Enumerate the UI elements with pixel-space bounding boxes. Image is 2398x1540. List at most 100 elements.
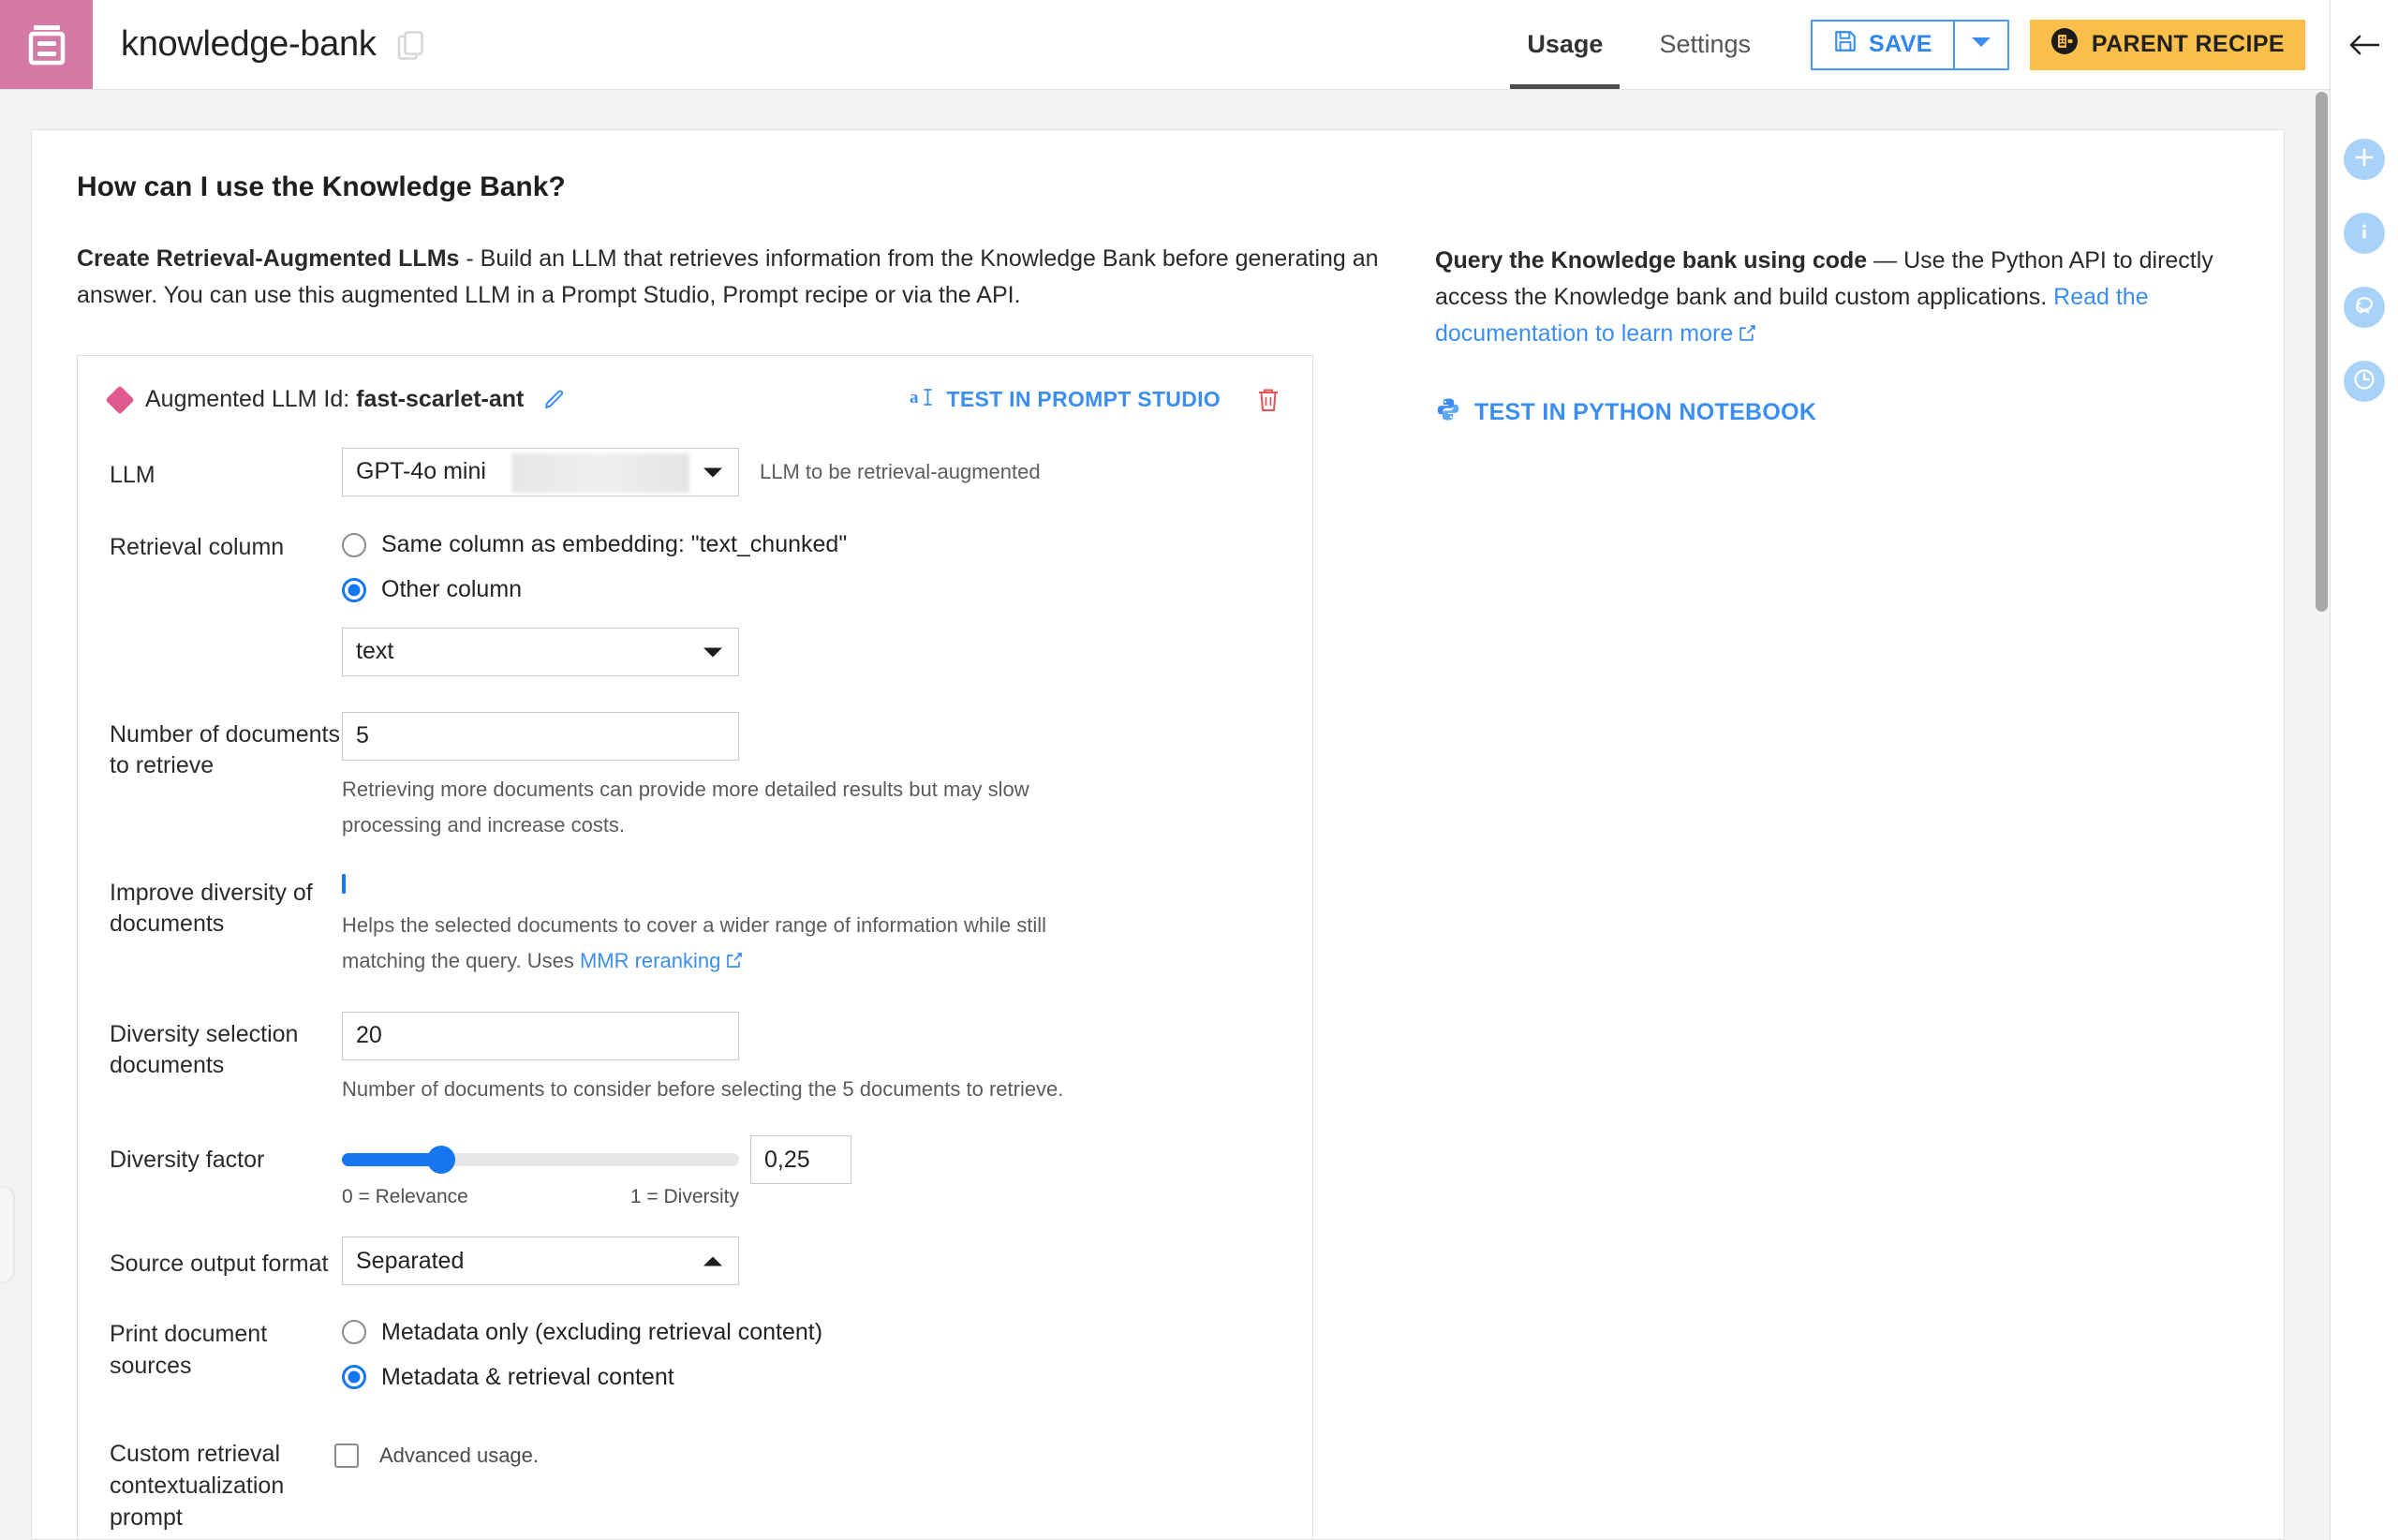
- row-custom-prompt: Custom retrieval contextualization promp…: [110, 1437, 1280, 1533]
- left-edge-strip: [0, 90, 16, 1540]
- right-column: Query the Knowledge bank using code — Us…: [1435, 241, 2229, 1539]
- retrieval-column-select-value: text: [356, 638, 394, 664]
- left-panel-expand-handle[interactable]: [0, 1188, 13, 1281]
- row-retrieval-column: Retrieval column Same column as embeddin…: [110, 523, 1280, 676]
- copy-icon[interactable]: [397, 30, 425, 60]
- test-in-python-notebook-button[interactable]: TEST IN PYTHON NOTEBOOK: [1435, 396, 1816, 429]
- slider-knob[interactable]: [427, 1146, 455, 1174]
- row-custom-prompt-field: Advanced usage.: [334, 1437, 1280, 1474]
- mmr-reranking-link[interactable]: MMR reranking: [580, 949, 720, 972]
- page-scrollbar-thumb[interactable]: [2316, 92, 2328, 612]
- source-output-format-value: Separated: [356, 1247, 465, 1274]
- diversity-factor-input[interactable]: 0,25: [750, 1135, 851, 1184]
- rail-history-button[interactable]: [2344, 361, 2385, 402]
- row-num-documents-label: Number of documents to retrieve: [110, 720, 340, 779]
- augmented-llm-id: Augmented LLM Id: fast-scarlet-ant: [145, 386, 524, 413]
- row-print-document-sources: Print document sources Metadata only (ex…: [110, 1310, 1280, 1399]
- radio-metadata-and-content[interactable]: Metadata & retrieval content: [342, 1355, 1280, 1399]
- radio-same-column-label: Same column as embedding: "text_chunked": [381, 531, 848, 557]
- diversity-selection-help: Number of documents to consider before s…: [342, 1076, 1064, 1101]
- page-scrollbar[interactable]: [2314, 90, 2330, 1540]
- slider-left-label: 0 = Relevance: [342, 1186, 468, 1207]
- row-print-document-sources-label: Print document sources: [110, 1321, 268, 1379]
- test-in-prompt-studio-label: TEST IN PROMPT STUDIO: [946, 387, 1221, 411]
- row-source-output-format-field: Separated: [342, 1236, 1280, 1285]
- trash-icon[interactable]: [1256, 387, 1280, 413]
- right-rail: [2330, 0, 2398, 1540]
- tab-usage[interactable]: Usage: [1499, 0, 1631, 89]
- source-output-format-select[interactable]: Separated: [342, 1236, 739, 1285]
- save-button-label: SAVE: [1869, 31, 1932, 57]
- improve-diversity-help: Helps the selected documents to cover a …: [342, 908, 1091, 982]
- custom-prompt-checkbox-label: Advanced usage.: [379, 1444, 540, 1467]
- tab-usage-label: Usage: [1527, 30, 1604, 58]
- content-inner: How can I use the Knowledge Bank? Create…: [32, 130, 2284, 1539]
- knowledge-bank-icon: [0, 0, 93, 89]
- python-icon: [1435, 396, 1461, 429]
- row-llm: LLM GPT-4o mini LLM to be retrieval-augm…: [110, 447, 1280, 496]
- diversity-factor-slider-column: 0 = Relevance 1 = Diversity: [342, 1135, 739, 1208]
- radio-metadata-and-content-label: Metadata & retrieval content: [381, 1363, 674, 1390]
- row-diversity-selection-label: Diversity selection documents: [110, 1020, 299, 1079]
- top-bar: knowledge-bank Usage Settings SAVE PAREN…: [0, 0, 2330, 90]
- custom-prompt-checkbox[interactable]: [334, 1444, 359, 1468]
- chevron-down-icon: [703, 458, 723, 485]
- row-improve-diversity-field: Helps the selected documents to cover a …: [342, 873, 1280, 982]
- radio-other-column-label: Other column: [381, 576, 523, 602]
- rail-chat-button[interactable]: [2344, 287, 2385, 328]
- slider-right-label: 1 = Diversity: [629, 1186, 739, 1207]
- app-root: knowledge-bank Usage Settings SAVE PAREN…: [0, 0, 2398, 1540]
- left-column: Create Retrieval-Augmented LLMs - Build …: [77, 241, 1379, 1539]
- improve-diversity-checkbox[interactable]: [342, 873, 346, 894]
- back-arrow-icon[interactable]: [2347, 0, 2381, 90]
- top-tabs: Usage Settings: [1499, 0, 1779, 89]
- save-dropdown-button[interactable]: [1954, 19, 2009, 70]
- recipe-icon: [2050, 27, 2079, 62]
- augmented-llm-card: Augmented LLM Id: fast-scarlet-ant a TES…: [77, 354, 1313, 1539]
- intro-columns: Create Retrieval-Augmented LLMs - Build …: [77, 241, 2229, 1539]
- radio-metadata-only[interactable]: Metadata only (excluding retrieval conte…: [342, 1310, 1280, 1355]
- row-improve-diversity: Improve diversity of documents Helps the…: [110, 873, 1280, 982]
- right-intro-paragraph: Query the Knowledge bank using code — Us…: [1435, 243, 2229, 353]
- chat-icon: [2352, 293, 2376, 322]
- parent-recipe-button[interactable]: PARENT RECIPE: [2029, 19, 2305, 70]
- external-link-icon: [725, 945, 743, 982]
- radio-indicator: [342, 1320, 366, 1344]
- diversity-selection-input[interactable]: 20: [342, 1011, 739, 1060]
- redacted-region: [511, 452, 689, 493]
- rail-info-button[interactable]: [2344, 213, 2385, 254]
- radio-other-column[interactable]: Other column: [342, 568, 1280, 613]
- num-documents-input[interactable]: 5: [342, 711, 739, 761]
- row-diversity-selection-field: 20 Number of documents to consider befor…: [342, 1011, 1280, 1108]
- tab-settings-label: Settings: [1659, 30, 1752, 58]
- page-title: knowledge-bank: [121, 24, 377, 64]
- row-diversity-factor-field: 0 = Relevance 1 = Diversity 0,25: [342, 1135, 1280, 1208]
- right-intro-bold: Query the Knowledge bank using code: [1435, 247, 1868, 274]
- info-icon: [2354, 221, 2375, 246]
- row-diversity-factor: Diversity factor 0 = Relevance 1 = Diver…: [110, 1135, 1280, 1208]
- history-clock-icon: [2352, 367, 2376, 396]
- save-button[interactable]: SAVE: [1811, 19, 1955, 70]
- rail-plus-button[interactable]: [2344, 139, 2385, 180]
- test-in-prompt-studio-button[interactable]: a TEST IN PROMPT STUDIO: [909, 384, 1221, 416]
- pencil-icon[interactable]: [542, 388, 567, 412]
- row-llm-field: GPT-4o mini LLM to be retrieval-augmente…: [342, 447, 1280, 496]
- page-heading: How can I use the Knowledge Bank?: [77, 171, 566, 202]
- radio-same-column[interactable]: Same column as embedding: "text_chunked": [342, 523, 1280, 568]
- diversity-factor-slider[interactable]: [342, 1135, 739, 1184]
- augmented-llm-form: LLM GPT-4o mini LLM to be retrieval-augm…: [110, 447, 1280, 1534]
- llm-select[interactable]: GPT-4o mini: [342, 447, 739, 496]
- radio-indicator: [342, 577, 366, 602]
- augmented-llm-id-group: Augmented LLM Id: fast-scarlet-ant: [105, 384, 567, 415]
- chevron-up-icon: [703, 1248, 723, 1275]
- left-intro-paragraph: Create Retrieval-Augmented LLMs - Build …: [77, 241, 1379, 314]
- plus-icon: [2354, 147, 2375, 172]
- left-intro-bold: Create Retrieval-Augmented LLMs: [77, 245, 460, 272]
- retrieval-column-select[interactable]: text: [342, 627, 739, 676]
- top-bar-spacer: [425, 0, 1500, 89]
- tab-settings[interactable]: Settings: [1631, 0, 1779, 89]
- row-source-output-format-label: Source output format: [110, 1251, 329, 1278]
- row-improve-diversity-label: Improve diversity of documents: [110, 879, 313, 938]
- chevron-down-icon: [703, 638, 723, 665]
- svg-text:a: a: [910, 388, 919, 407]
